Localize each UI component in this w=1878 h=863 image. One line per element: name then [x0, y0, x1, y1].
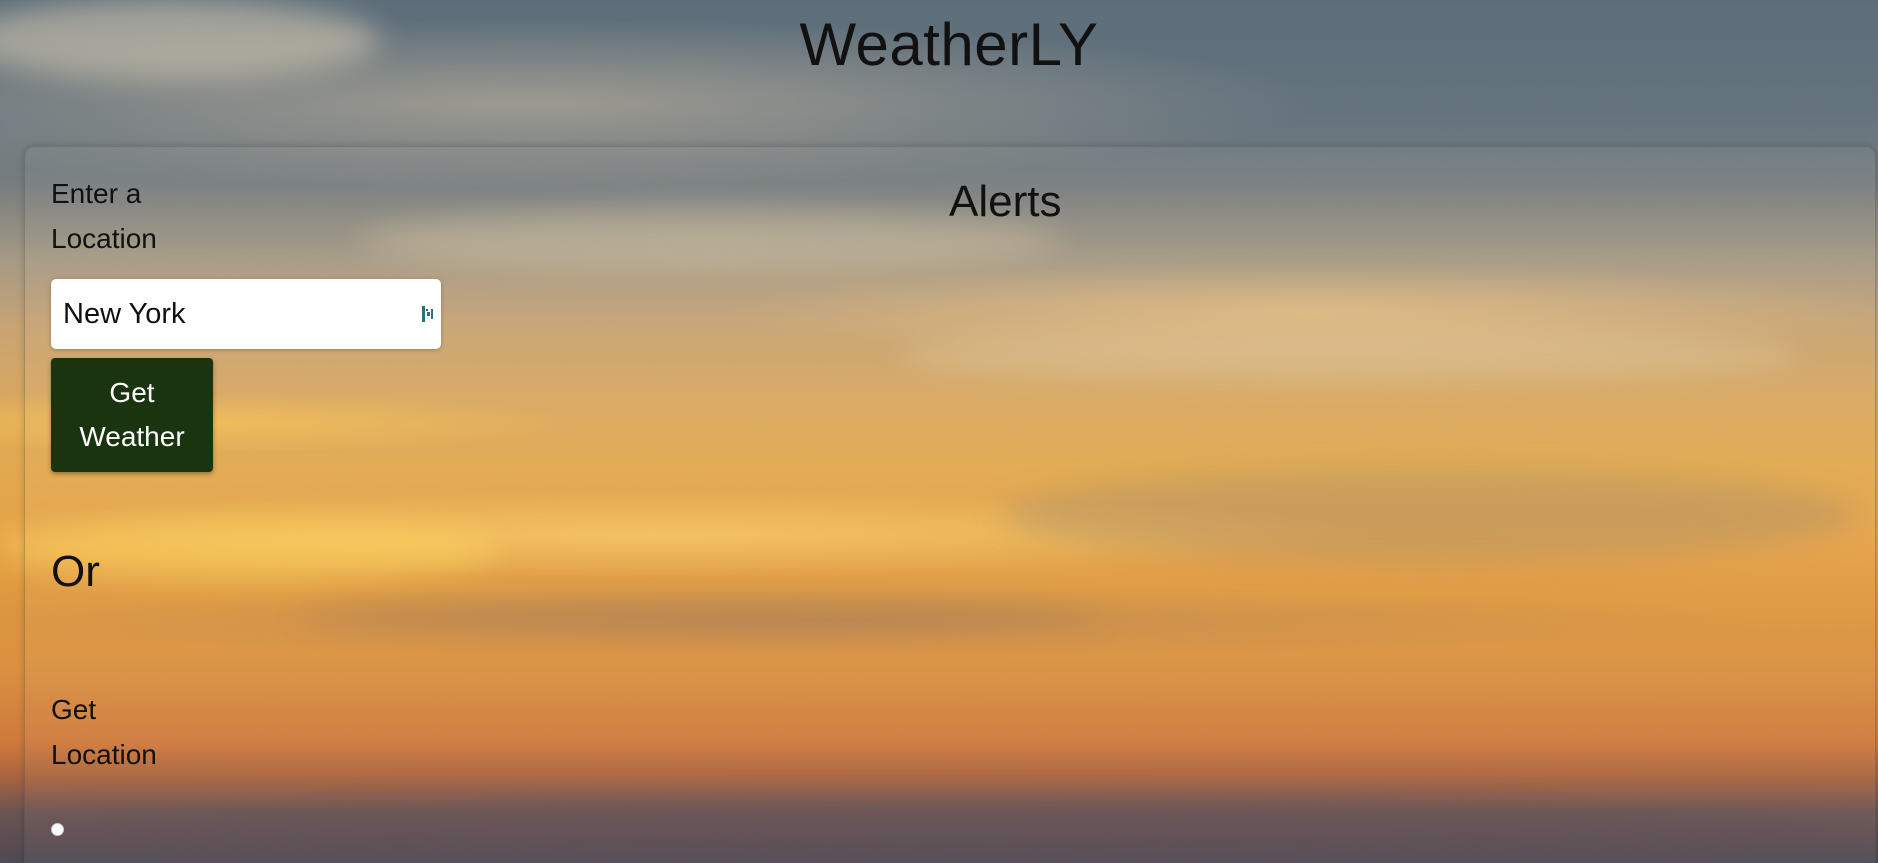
- location-input[interactable]: [51, 279, 441, 349]
- location-input-wrapper: [51, 279, 441, 349]
- location-form: Enter a Location Get Weather: [51, 171, 451, 472]
- alerts-heading: Alerts: [949, 177, 1062, 226]
- get-weather-button[interactable]: Get Weather: [51, 358, 213, 472]
- or-divider-text: Or: [51, 547, 100, 596]
- location-label: Enter a Location: [51, 178, 157, 254]
- autofill-key-icon[interactable]: [421, 305, 435, 323]
- main-panel: Enter a Location Get Weather Or Get Loca…: [24, 146, 1876, 863]
- get-location-label: Get Location: [51, 694, 157, 770]
- page-title: WeatherLY: [799, 11, 1099, 78]
- get-location-radio[interactable]: [51, 823, 64, 836]
